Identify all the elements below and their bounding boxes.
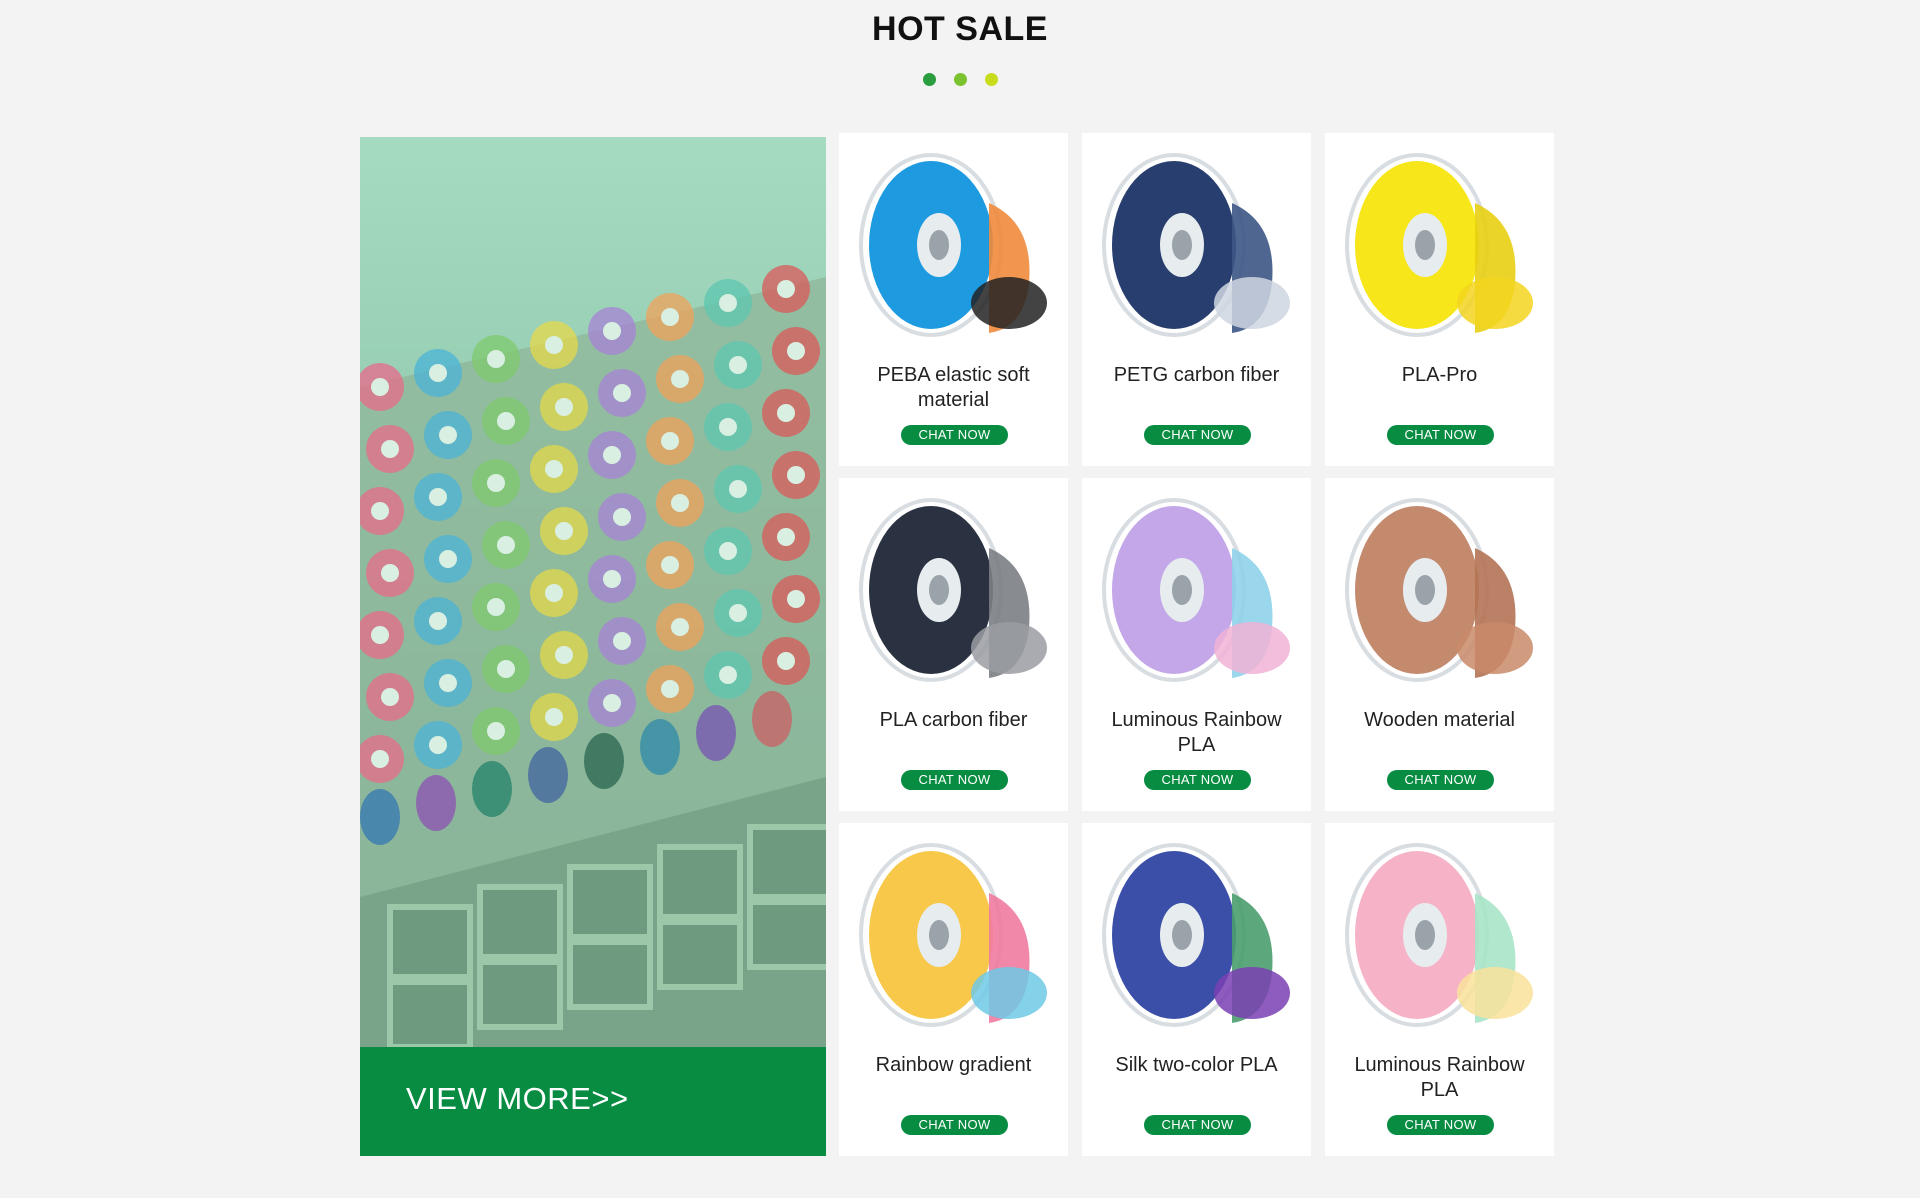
chat-now-button[interactable]: CHAT NOW — [1387, 770, 1494, 790]
product-name[interactable]: Luminous Rainbow PLA — [1090, 708, 1303, 758]
product-image[interactable] — [839, 133, 1068, 358]
product-card[interactable]: PEBA elastic soft material CHAT NOW — [839, 133, 1068, 466]
product-card[interactable]: Luminous Rainbow PLA CHAT NOW — [1082, 478, 1311, 811]
chat-now-button[interactable]: CHAT NOW — [1387, 1115, 1494, 1135]
product-card[interactable]: Wooden material CHAT NOW — [1325, 478, 1554, 811]
product-name[interactable]: PEBA elastic soft material — [847, 363, 1060, 413]
showroom-illustration — [360, 265, 826, 1047]
dot-2 — [953, 73, 967, 86]
chat-now-button[interactable]: CHAT NOW — [901, 1115, 1008, 1135]
section-title: HOT SALE — [872, 10, 1048, 48]
chat-now-button[interactable]: CHAT NOW — [1144, 425, 1251, 445]
product-image[interactable] — [1325, 823, 1554, 1048]
hero-showroom-image[interactable] — [360, 137, 826, 1047]
product-image[interactable] — [839, 478, 1068, 703]
product-name[interactable]: PLA carbon fiber — [847, 708, 1060, 733]
chat-now-button[interactable]: CHAT NOW — [1387, 425, 1494, 445]
chat-now-button[interactable]: CHAT NOW — [901, 425, 1008, 445]
product-image[interactable] — [839, 823, 1068, 1048]
dot-3 — [984, 73, 998, 86]
product-card[interactable]: PLA-Pro CHAT NOW — [1325, 133, 1554, 466]
product-card[interactable]: Rainbow gradient CHAT NOW — [839, 823, 1068, 1156]
view-more-button[interactable]: VIEW MORE>> — [360, 1047, 826, 1156]
title-decoration-dots — [0, 73, 1920, 86]
product-name[interactable]: Luminous Rainbow PLA — [1333, 1053, 1546, 1103]
chat-now-button[interactable]: CHAT NOW — [1144, 770, 1251, 790]
chat-now-button[interactable]: CHAT NOW — [1144, 1115, 1251, 1135]
product-card[interactable]: Luminous Rainbow PLA CHAT NOW — [1325, 823, 1554, 1156]
chat-now-button[interactable]: CHAT NOW — [901, 770, 1008, 790]
product-name[interactable]: Rainbow gradient — [847, 1053, 1060, 1078]
product-image[interactable] — [1325, 478, 1554, 703]
product-card[interactable]: PLA carbon fiber CHAT NOW — [839, 478, 1068, 811]
product-image[interactable] — [1082, 823, 1311, 1048]
dot-1 — [922, 73, 936, 86]
product-image[interactable] — [1082, 478, 1311, 703]
product-card[interactable]: PETG carbon fiber CHAT NOW — [1082, 133, 1311, 466]
product-card[interactable]: Silk two-color PLA CHAT NOW — [1082, 823, 1311, 1156]
product-name[interactable]: PLA-Pro — [1333, 363, 1546, 388]
view-more-label: VIEW MORE>> — [406, 1081, 629, 1116]
product-name[interactable]: Silk two-color PLA — [1090, 1053, 1303, 1078]
product-image[interactable] — [1325, 133, 1554, 358]
product-image[interactable] — [1082, 133, 1311, 358]
product-name[interactable]: Wooden material — [1333, 708, 1546, 733]
product-name[interactable]: PETG carbon fiber — [1090, 363, 1303, 388]
